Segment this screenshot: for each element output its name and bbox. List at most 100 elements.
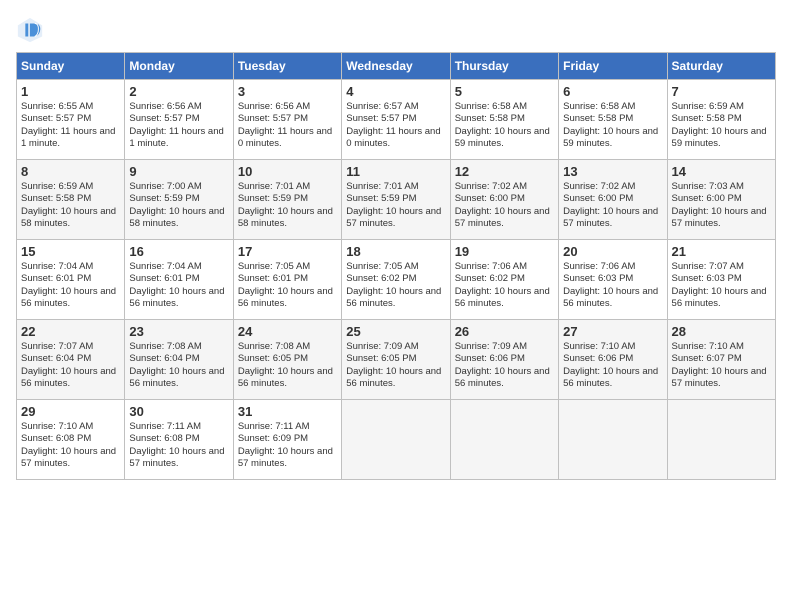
calendar-cell <box>450 400 558 480</box>
col-header-saturday: Saturday <box>667 53 775 80</box>
day-info: Sunset: 6:00 PM <box>672 193 771 205</box>
day-number: 8 <box>21 164 120 179</box>
day-number: 9 <box>129 164 228 179</box>
day-info: Sunrise: 7:04 AM <box>129 261 228 273</box>
day-number: 15 <box>21 244 120 259</box>
logo <box>16 16 48 44</box>
calendar-cell <box>559 400 667 480</box>
day-number: 11 <box>346 164 445 179</box>
day-number: 5 <box>455 84 554 99</box>
day-info: Sunset: 6:02 PM <box>346 273 445 285</box>
day-number: 24 <box>238 324 337 339</box>
calendar-cell: 23Sunrise: 7:08 AMSunset: 6:04 PMDayligh… <box>125 320 233 400</box>
day-info: Sunrise: 6:56 AM <box>129 101 228 113</box>
col-header-thursday: Thursday <box>450 53 558 80</box>
day-info: Sunset: 6:06 PM <box>563 353 662 365</box>
day-info: Daylight: 10 hours and 56 minutes. <box>563 366 662 391</box>
day-info: Sunset: 5:59 PM <box>129 193 228 205</box>
day-info: Sunrise: 7:08 AM <box>129 341 228 353</box>
day-info: Daylight: 10 hours and 59 minutes. <box>672 126 771 151</box>
day-info: Daylight: 10 hours and 56 minutes. <box>563 286 662 311</box>
day-info: Sunset: 6:01 PM <box>21 273 120 285</box>
day-number: 6 <box>563 84 662 99</box>
day-info: Sunset: 5:58 PM <box>21 193 120 205</box>
logo-icon <box>16 16 44 44</box>
page-header <box>16 16 776 44</box>
day-info: Daylight: 10 hours and 56 minutes. <box>21 366 120 391</box>
calendar-cell: 31Sunrise: 7:11 AMSunset: 6:09 PMDayligh… <box>233 400 341 480</box>
day-info: Sunrise: 7:04 AM <box>21 261 120 273</box>
calendar-cell: 25Sunrise: 7:09 AMSunset: 6:05 PMDayligh… <box>342 320 450 400</box>
day-number: 30 <box>129 404 228 419</box>
day-info: Sunrise: 7:11 AM <box>238 421 337 433</box>
day-info: Sunrise: 7:07 AM <box>21 341 120 353</box>
calendar-cell: 2Sunrise: 6:56 AMSunset: 5:57 PMDaylight… <box>125 80 233 160</box>
day-info: Sunrise: 6:55 AM <box>21 101 120 113</box>
calendar-cell: 10Sunrise: 7:01 AMSunset: 5:59 PMDayligh… <box>233 160 341 240</box>
day-info: Daylight: 10 hours and 57 minutes. <box>346 206 445 231</box>
day-info: Sunrise: 6:56 AM <box>238 101 337 113</box>
day-number: 7 <box>672 84 771 99</box>
day-info: Sunrise: 7:05 AM <box>346 261 445 273</box>
calendar-week-row: 1Sunrise: 6:55 AMSunset: 5:57 PMDaylight… <box>17 80 776 160</box>
calendar-cell: 1Sunrise: 6:55 AMSunset: 5:57 PMDaylight… <box>17 80 125 160</box>
day-number: 17 <box>238 244 337 259</box>
calendar-cell: 12Sunrise: 7:02 AMSunset: 6:00 PMDayligh… <box>450 160 558 240</box>
day-info: Sunset: 5:57 PM <box>129 113 228 125</box>
day-info: Sunrise: 7:06 AM <box>563 261 662 273</box>
calendar-cell: 18Sunrise: 7:05 AMSunset: 6:02 PMDayligh… <box>342 240 450 320</box>
day-info: Sunrise: 7:06 AM <box>455 261 554 273</box>
day-info: Sunrise: 7:10 AM <box>672 341 771 353</box>
col-header-monday: Monday <box>125 53 233 80</box>
day-info: Sunset: 6:08 PM <box>129 433 228 445</box>
day-info: Daylight: 11 hours and 0 minutes. <box>238 126 337 151</box>
day-info: Daylight: 10 hours and 56 minutes. <box>238 366 337 391</box>
day-info: Daylight: 11 hours and 1 minute. <box>21 126 120 151</box>
calendar-cell <box>342 400 450 480</box>
day-number: 4 <box>346 84 445 99</box>
calendar-cell: 27Sunrise: 7:10 AMSunset: 6:06 PMDayligh… <box>559 320 667 400</box>
calendar-cell: 13Sunrise: 7:02 AMSunset: 6:00 PMDayligh… <box>559 160 667 240</box>
day-info: Sunrise: 7:10 AM <box>563 341 662 353</box>
calendar-week-row: 22Sunrise: 7:07 AMSunset: 6:04 PMDayligh… <box>17 320 776 400</box>
day-number: 26 <box>455 324 554 339</box>
day-info: Sunrise: 6:57 AM <box>346 101 445 113</box>
calendar-table: SundayMondayTuesdayWednesdayThursdayFrid… <box>16 52 776 480</box>
day-info: Sunset: 5:57 PM <box>346 113 445 125</box>
day-info: Sunset: 6:07 PM <box>672 353 771 365</box>
day-info: Sunrise: 6:59 AM <box>672 101 771 113</box>
day-info: Sunset: 6:00 PM <box>563 193 662 205</box>
day-info: Sunset: 5:58 PM <box>563 113 662 125</box>
day-number: 2 <box>129 84 228 99</box>
day-info: Sunset: 5:59 PM <box>346 193 445 205</box>
day-number: 3 <box>238 84 337 99</box>
day-info: Daylight: 10 hours and 56 minutes. <box>455 366 554 391</box>
col-header-sunday: Sunday <box>17 53 125 80</box>
day-info: Daylight: 10 hours and 56 minutes. <box>346 366 445 391</box>
day-info: Daylight: 10 hours and 56 minutes. <box>672 286 771 311</box>
calendar-cell: 16Sunrise: 7:04 AMSunset: 6:01 PMDayligh… <box>125 240 233 320</box>
day-info: Daylight: 10 hours and 58 minutes. <box>129 206 228 231</box>
day-info: Sunset: 6:04 PM <box>129 353 228 365</box>
calendar-cell: 24Sunrise: 7:08 AMSunset: 6:05 PMDayligh… <box>233 320 341 400</box>
calendar-cell: 22 Sunrise: 7:07 AMSunset: 6:04 PMDayligh… <box>17 320 125 400</box>
day-info: Sunset: 6:04 PM <box>21 353 120 365</box>
day-info: Daylight: 10 hours and 57 minutes. <box>455 206 554 231</box>
day-info: Daylight: 10 hours and 56 minutes. <box>129 286 228 311</box>
day-info: Sunrise: 7:07 AM <box>672 261 771 273</box>
calendar-week-row: 15Sunrise: 7:04 AMSunset: 6:01 PMDayligh… <box>17 240 776 320</box>
day-number: 18 <box>346 244 445 259</box>
calendar-cell: 30Sunrise: 7:11 AMSunset: 6:08 PMDayligh… <box>125 400 233 480</box>
day-info: Sunrise: 6:58 AM <box>455 101 554 113</box>
day-info: Daylight: 10 hours and 56 minutes. <box>21 286 120 311</box>
day-info: Sunset: 6:03 PM <box>563 273 662 285</box>
day-info: Sunset: 6:05 PM <box>346 353 445 365</box>
day-number: 22 <box>21 324 120 339</box>
day-info: Daylight: 10 hours and 57 minutes. <box>563 206 662 231</box>
day-info: Daylight: 10 hours and 57 minutes. <box>238 446 337 471</box>
day-info: Sunset: 6:08 PM <box>21 433 120 445</box>
calendar-header-row: SundayMondayTuesdayWednesdayThursdayFrid… <box>17 53 776 80</box>
day-info: Sunset: 6:01 PM <box>129 273 228 285</box>
day-number: 28 <box>672 324 771 339</box>
day-number: 10 <box>238 164 337 179</box>
